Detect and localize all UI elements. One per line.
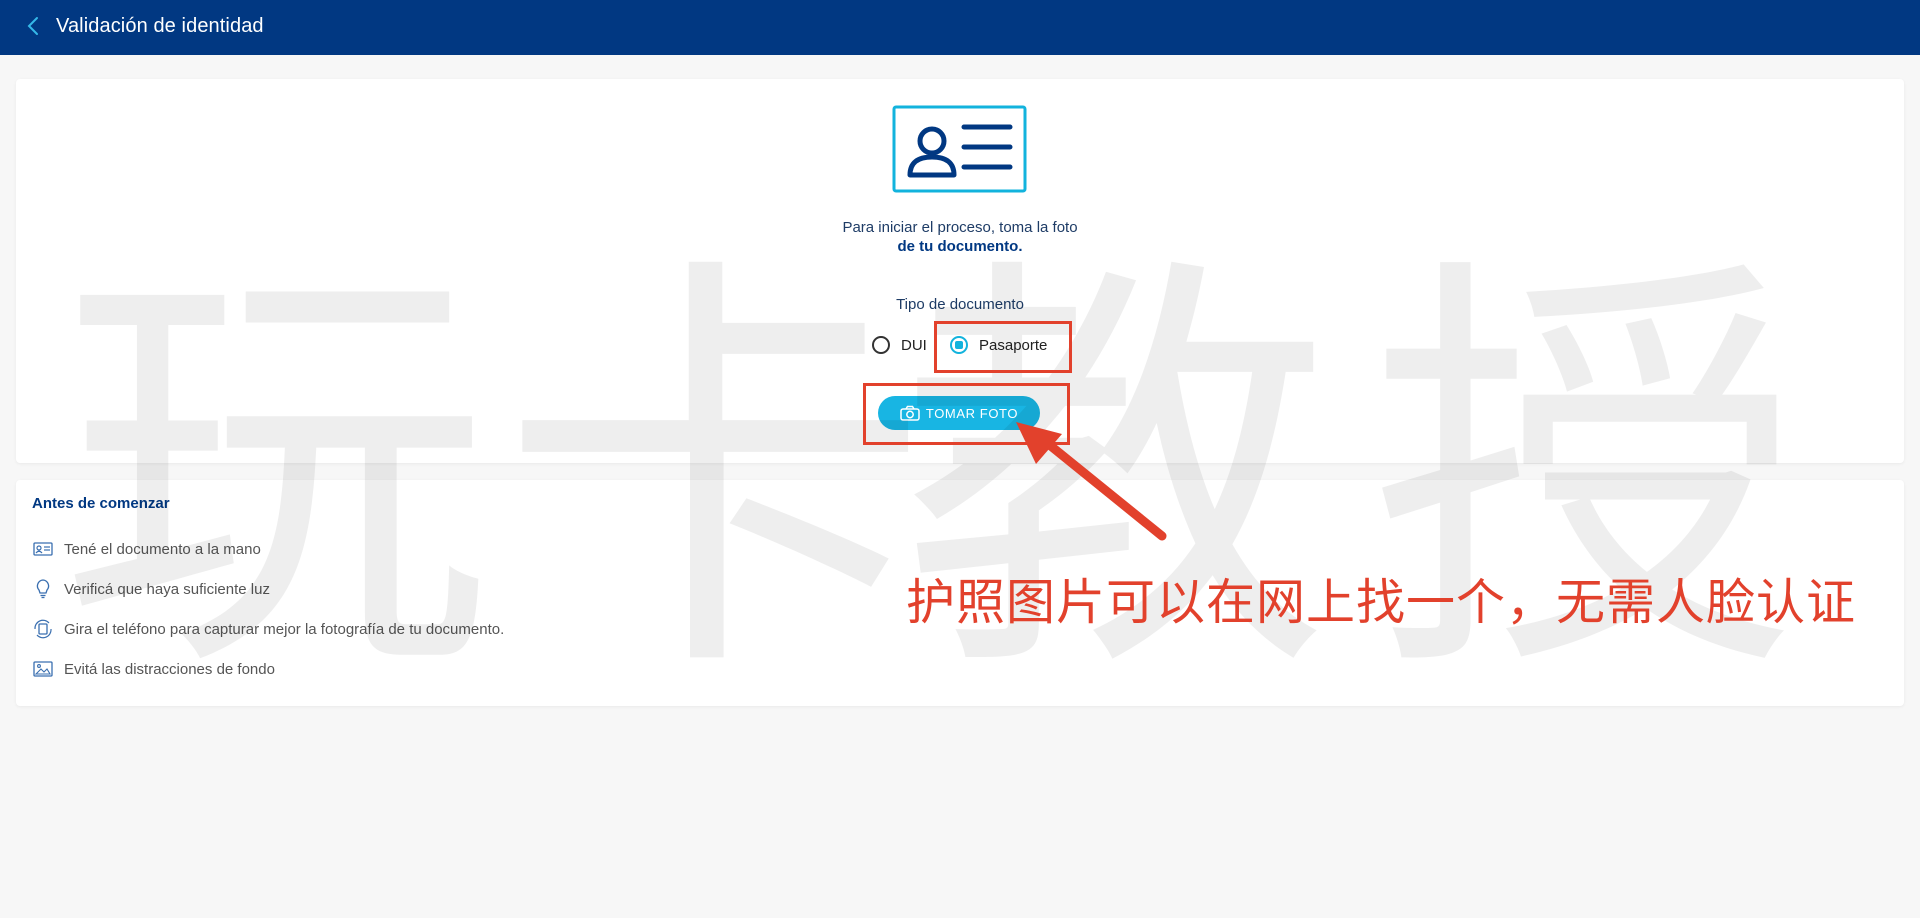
rotate-phone-icon [32, 618, 54, 640]
annotation-box-pasaporte [934, 321, 1072, 373]
annotation-arrow-icon [1016, 422, 1167, 541]
tips-title: Antes de comenzar [32, 495, 170, 512]
id-card-small-icon [32, 538, 54, 560]
intro-text-bold: de tu documento. [897, 238, 1023, 255]
lightbulb-icon [32, 578, 54, 600]
tip-text: Evitá las distracciones de fondo [64, 660, 275, 678]
radio-dui[interactable] [872, 336, 890, 354]
tip-text: Verificá que haya suficiente luz [64, 580, 270, 598]
tip-item: Tené el documento a la mano [32, 538, 261, 560]
tip-text: Tené el documento a la mano [64, 540, 261, 558]
tip-item: Gira el teléfono para capturar mejor la … [32, 618, 504, 640]
intro-text: Para iniciar el proceso, toma la foto [842, 219, 1078, 236]
annotation-text: 护照图片可以在网上找一个，无需人脸认证 [906, 574, 1857, 631]
radio-dui-label[interactable]: DUI [901, 337, 927, 354]
page-title: Validación de identidad [56, 15, 264, 37]
tip-text: Gira el teléfono para capturar mejor la … [64, 620, 505, 638]
id-card-icon [892, 105, 1027, 193]
tip-item: Evitá las distracciones de fondo [32, 658, 275, 680]
top-app-bar: Validación de identidad [0, 0, 1920, 55]
back-button[interactable] [18, 13, 48, 43]
tip-item: Verificá que haya suficiente luz [32, 578, 270, 600]
picture-icon [32, 658, 54, 680]
chevron-left-icon [26, 16, 40, 41]
doc-type-label: Tipo de documento [896, 296, 1024, 313]
